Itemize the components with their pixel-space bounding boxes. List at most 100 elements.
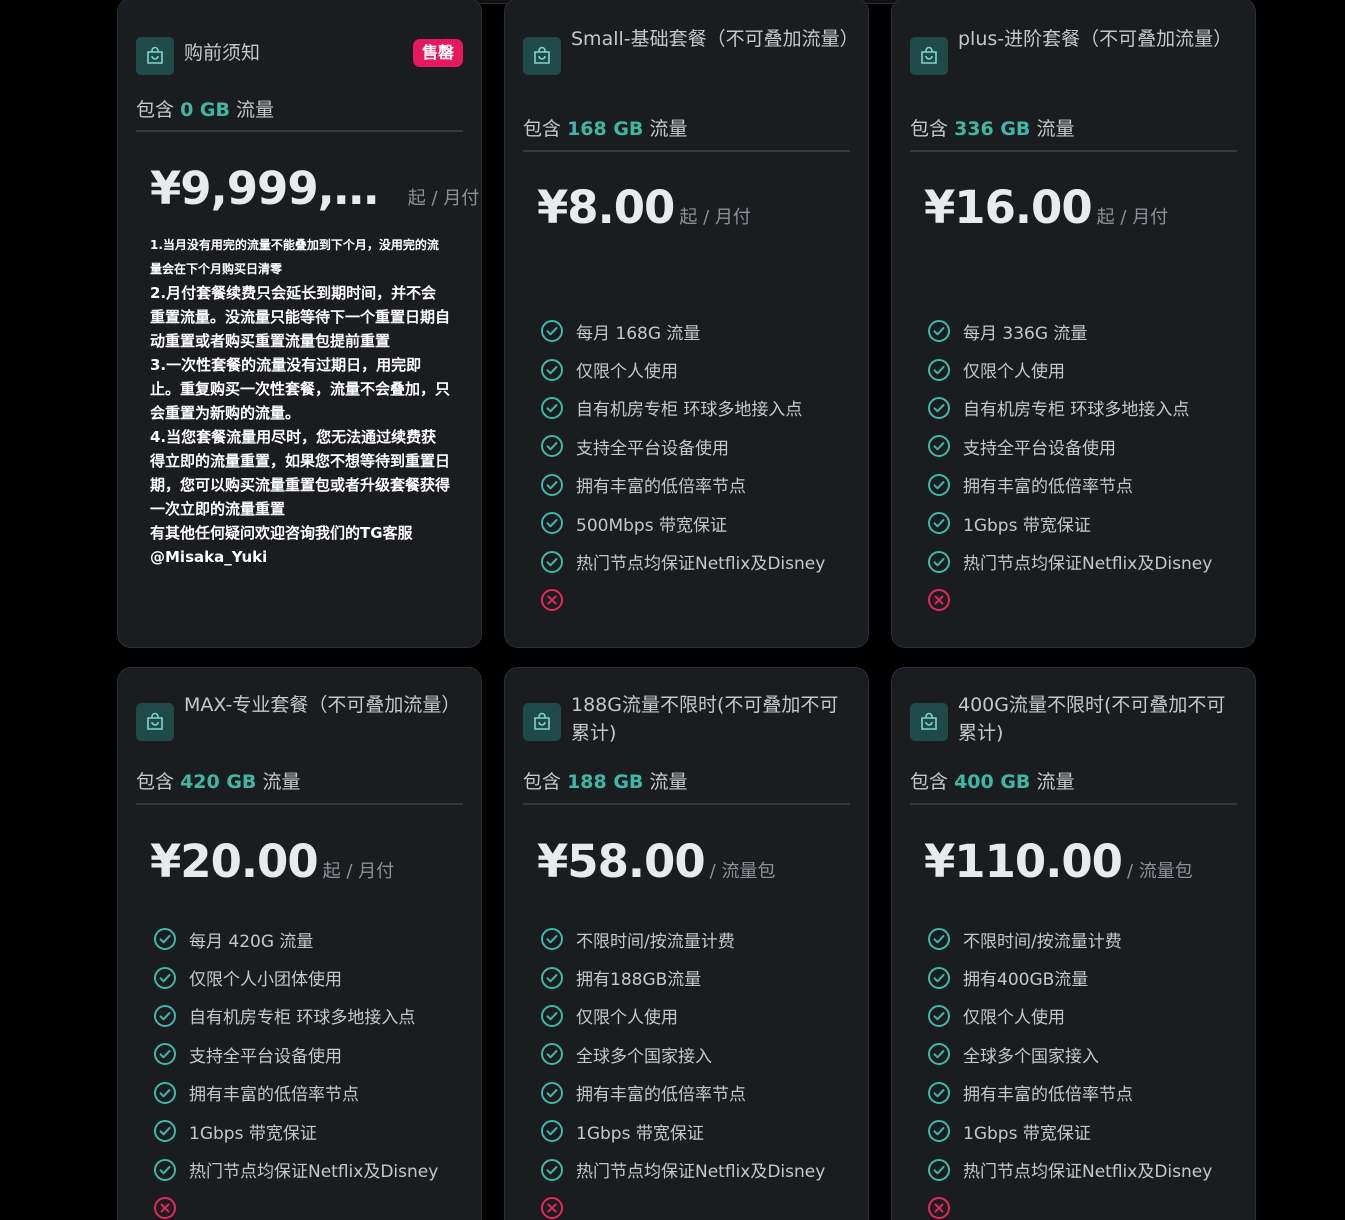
feature-item-excluded: [540, 581, 825, 619]
check-circle-icon: [153, 1158, 189, 1182]
feature-text: 热门节点均保证Netflix及Disney: [189, 1162, 439, 1183]
plan-card-400g[interactable]: 400G流量不限时(不可叠加不可累计) 包含 400 GB 流量 ¥110.00…: [891, 667, 1256, 1220]
check-circle-icon: [927, 1081, 963, 1105]
plan-card-notice[interactable]: 购前须知 售罄 包含 0 GB 流量 ¥9,999,… 起 / 月付 1.当月没…: [117, 0, 482, 648]
plan-card-plus[interactable]: plus-进阶套餐（不可叠加流量） 包含 336 GB 流量 ¥16.00 起 …: [891, 0, 1256, 648]
traffic-amount: 188 GB: [567, 771, 644, 793]
plan-card-max[interactable]: MAX-专业套餐（不可叠加流量） 包含 420 GB 流量 ¥20.00 起 /…: [117, 667, 482, 1220]
traffic-included: 包含 168 GB 流量: [523, 118, 688, 140]
feature-item-excluded: [927, 1189, 1212, 1220]
feature-text: 拥有丰富的低倍率节点: [576, 1085, 746, 1106]
feature-text: 仅限个人使用: [576, 362, 678, 383]
shopping-bag-icon: [523, 703, 561, 741]
price-block: ¥9,999,… 起 / 月付: [150, 162, 479, 215]
feature-text: 拥有丰富的低倍率节点: [576, 477, 746, 498]
check-circle-icon: [153, 1119, 189, 1143]
price-block: ¥8.00 起 / 月付: [537, 181, 751, 234]
feature-item: 拥有400GB流量: [927, 958, 1212, 996]
check-circle-icon: [153, 1042, 189, 1066]
feature-item: 支持全平台设备使用: [153, 1035, 438, 1073]
feature-item: 热门节点均保证Netflix及Disney: [540, 542, 825, 580]
check-circle-icon: [540, 1081, 576, 1105]
traffic-amount: 0 GB: [180, 99, 230, 121]
feature-item: 拥有丰富的低倍率节点: [540, 1074, 825, 1112]
traffic-included: 包含 188 GB 流量: [523, 771, 688, 793]
check-circle-icon: [540, 319, 576, 343]
feature-text: 仅限个人使用: [963, 362, 1065, 383]
shopping-bag-icon: [136, 37, 174, 75]
price-unit: 起 / 月付: [407, 188, 480, 209]
feature-text: 1Gbps 带宽保证: [189, 1123, 317, 1144]
feature-text: 支持全平台设备使用: [576, 438, 729, 459]
plan-card-188g[interactable]: 188G流量不限时(不可叠加不可累计) 包含 188 GB 流量 ¥58.00 …: [504, 667, 869, 1220]
check-circle-icon: [153, 1081, 189, 1105]
feature-list: 每月 420G 流量 仅限个人小团体使用 自有机房专柜 环球多地接入点 支持全平台设备…: [153, 920, 438, 1220]
feature-text: 每月 336G 流量: [963, 323, 1088, 344]
check-circle-icon: [540, 358, 576, 382]
notice-line: 4.当您套餐流量用尽时，您无法通过续费获得立即的流量重置，如果您不想等待到重置日…: [150, 428, 451, 518]
feature-text: 热门节点均保证Netflix及Disney: [963, 1162, 1213, 1183]
feature-item: 每月 420G 流量: [153, 920, 438, 958]
check-circle-icon: [927, 473, 963, 497]
feature-item: 仅限个人使用: [927, 997, 1212, 1035]
price-block: ¥20.00 起 / 月付: [150, 835, 394, 888]
notice-line: 有其他任何疑问欢迎咨询我们的TG客服: [150, 524, 413, 542]
feature-list: 每月 336G 流量 仅限个人使用 自有机房专柜 环球多地接入点 支持全平台设备使用拥…: [927, 312, 1212, 619]
feature-text: 不限时间/按流量计费: [963, 931, 1122, 952]
check-circle-icon: [927, 358, 963, 382]
traffic-amount: 420 GB: [180, 771, 257, 793]
feature-text: 热门节点均保证Netflix及Disney: [576, 554, 826, 575]
divider: [523, 150, 850, 152]
price-block: ¥110.00 / 流量包: [924, 835, 1193, 888]
feature-item: 拥有丰富的低倍率节点: [927, 466, 1212, 504]
traffic-included: 包含 0 GB 流量: [136, 99, 275, 121]
check-circle-icon: [540, 511, 576, 535]
divider: [910, 150, 1237, 152]
feature-item: 拥有188GB流量: [540, 958, 825, 996]
feature-item: 支持全平台设备使用: [540, 427, 825, 465]
feature-item-excluded: [927, 581, 1212, 619]
price-amount: ¥8.00: [537, 181, 675, 234]
feature-item: 热门节点均保证Netflix及Disney: [927, 542, 1212, 580]
plan-card-small[interactable]: Small-基础套餐（不可叠加流量） 包含 168 GB 流量 ¥8.00 起 …: [504, 0, 869, 648]
notice-line: 2.月付套餐续费只会延长到期时间，并不会重置流量。没流量只能等待下一个重置日期自…: [150, 284, 451, 350]
x-circle-icon: [927, 1196, 963, 1220]
check-circle-icon: [927, 1042, 963, 1066]
divider: [523, 803, 850, 805]
feature-text: 支持全平台设备使用: [189, 1046, 342, 1067]
feature-item-excluded: [153, 1189, 438, 1220]
purchase-notice: 1.当月没有用完的流量不能叠加到下个月，没用完的流量会在下个月购买日清零 2.月…: [150, 233, 450, 569]
feature-item: 1Gbps 带宽保证: [927, 504, 1212, 542]
traffic-included: 包含 400 GB 流量: [910, 771, 1075, 793]
check-circle-icon: [540, 1119, 576, 1143]
price-unit: 起 / 月付: [679, 207, 751, 228]
check-circle-icon: [540, 966, 576, 990]
traffic-included: 包含 420 GB 流量: [136, 771, 301, 793]
check-circle-icon: [153, 966, 189, 990]
feature-text: 拥有400GB流量: [963, 970, 1089, 991]
feature-item: 仅限个人使用: [540, 997, 825, 1035]
check-circle-icon: [540, 396, 576, 420]
feature-text: 自有机房专柜 环球多地接入点: [189, 1008, 416, 1029]
check-circle-icon: [927, 434, 963, 458]
plan-title: 188G流量不限时(不可叠加不可累计): [571, 694, 839, 744]
feature-item: 不限时间/按流量计费: [540, 920, 825, 958]
check-circle-icon: [153, 927, 189, 951]
feature-text: 全球多个国家接入: [963, 1046, 1099, 1067]
feature-text: 500Mbps 带宽保证: [576, 515, 727, 536]
feature-item: 全球多个国家接入: [927, 1035, 1212, 1073]
feature-text: 拥有丰富的低倍率节点: [963, 477, 1133, 498]
check-circle-icon: [153, 1004, 189, 1028]
check-circle-icon: [927, 927, 963, 951]
feature-item: 热门节点均保证Netflix及Disney: [153, 1150, 438, 1188]
check-circle-icon: [540, 1004, 576, 1028]
feature-item: 仅限个人使用: [540, 350, 825, 388]
price-amount: ¥9,999,…: [150, 162, 379, 215]
x-circle-icon: [927, 588, 963, 612]
feature-list: 不限时间/按流量计费 拥有400GB流量 仅限个人使用 全球多个国家接入 拥有丰富的低倍…: [927, 920, 1212, 1220]
price-amount: ¥20.00: [150, 835, 319, 888]
shopping-bag-icon: [910, 703, 948, 741]
check-circle-icon: [927, 1004, 963, 1028]
feature-list: 每月 168G 流量 仅限个人使用 自有机房专柜 环球多地接入点 支持全平台设备使用拥…: [540, 312, 825, 619]
feature-item: 500Mbps 带宽保证: [540, 504, 825, 542]
